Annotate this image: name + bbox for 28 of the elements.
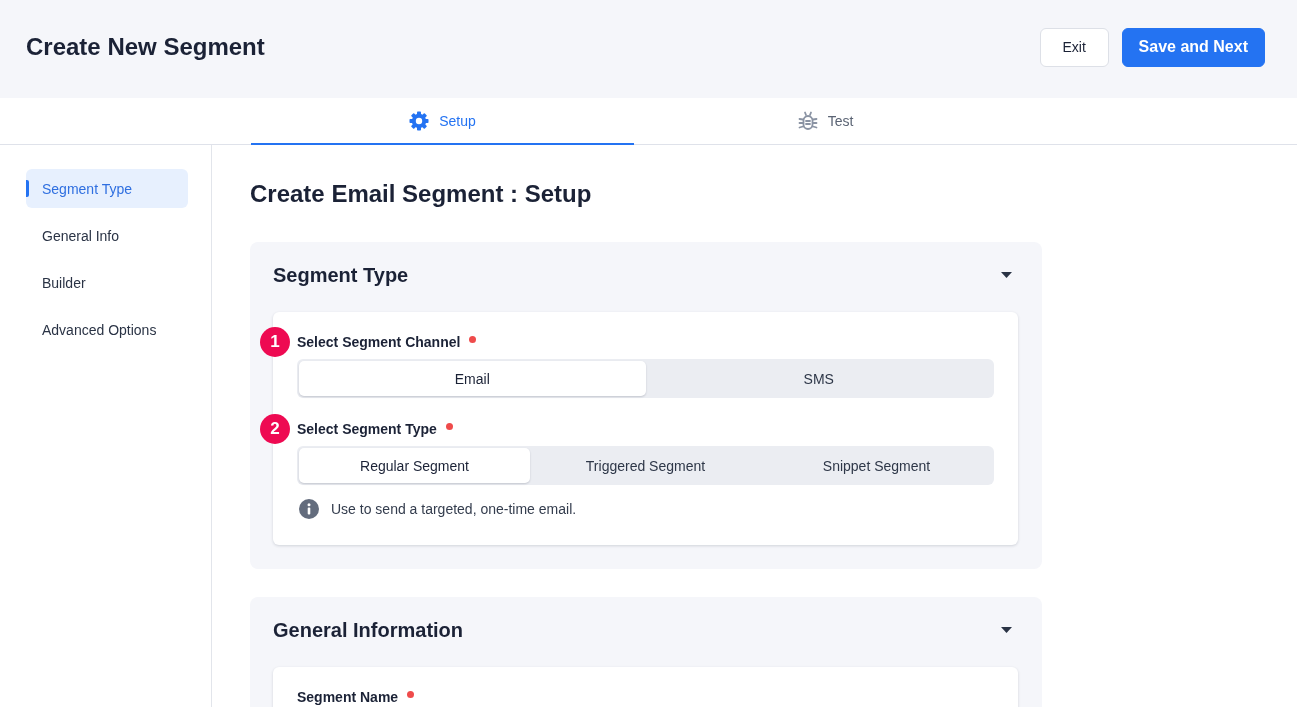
- gear-icon: [409, 110, 430, 131]
- exit-button[interactable]: Exit: [1039, 27, 1109, 67]
- form-title: Create Email Segment : Setup: [250, 180, 592, 208]
- segment-option[interactable]: Snippet Segment: [761, 448, 992, 483]
- hint-text: Use to send a targeted, one-time email.: [331, 501, 577, 517]
- tab[interactable]: Setup: [251, 98, 634, 145]
- field-label: Segment Name: [297, 689, 399, 705]
- sidebar-item[interactable]: General Info: [26, 216, 188, 255]
- step-number: 1: [260, 327, 290, 357]
- caret-icon[interactable]: [1001, 627, 1012, 633]
- field-label: Select Segment Type: [297, 421, 437, 437]
- section-title: Segment Type: [273, 263, 409, 287]
- step-number: 2: [260, 414, 290, 444]
- field-label: Select Segment Channel: [297, 334, 461, 350]
- tab[interactable]: Test: [634, 98, 1017, 145]
- page-heading: Create New Segment: [26, 33, 265, 61]
- section-title: General Information: [273, 618, 464, 642]
- bug-icon: [797, 110, 818, 131]
- segment-option[interactable]: Triggered Segment: [530, 448, 761, 483]
- segment-option[interactable]: Regular Segment: [299, 448, 530, 483]
- sidebar-item[interactable]: Builder: [26, 263, 188, 302]
- save-and-next-button[interactable]: Save and Next: [1121, 27, 1265, 67]
- segment-option[interactable]: SMS: [645, 361, 992, 396]
- sidebar-item[interactable]: Advanced Options: [26, 310, 188, 349]
- segment-option[interactable]: Email: [299, 361, 646, 396]
- sidebar-item[interactable]: Segment Type: [26, 169, 188, 208]
- info-icon: [299, 499, 319, 519]
- caret-icon[interactable]: [1001, 272, 1012, 278]
